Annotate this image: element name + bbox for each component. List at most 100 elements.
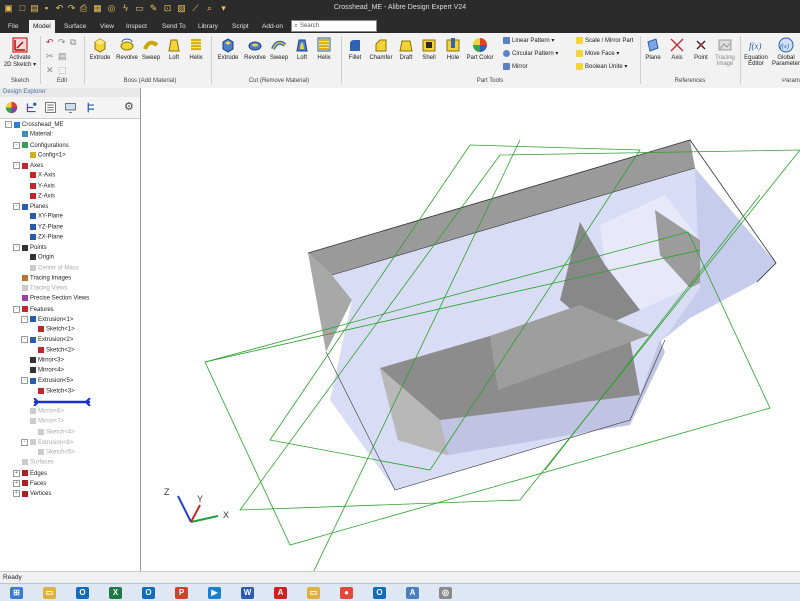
axis-button[interactable]: Axis — [667, 37, 687, 61]
tree-item[interactable]: Sketch<5> — [29, 449, 75, 456]
cut-sweep-button[interactable]: Sweep — [268, 37, 290, 61]
tree-item[interactable]: - Crosshead_ME — [5, 121, 63, 128]
tree-item[interactable]: - Configurations — [13, 141, 69, 149]
tree-expander-icon[interactable]: + — [13, 490, 20, 497]
tree-branch-icon[interactable] — [25, 101, 38, 114]
tree-item[interactable]: Mirror<6> — [21, 408, 64, 415]
tracing-image-button[interactable]: Tracing Image — [713, 37, 737, 67]
tree-item[interactable]: - Extrusion<5> — [21, 377, 73, 384]
tree-item[interactable]: + Vertices — [13, 490, 51, 497]
tree-item[interactable]: - Points — [13, 244, 47, 251]
tab-send-to[interactable]: Send To — [158, 20, 190, 33]
copy-icon[interactable]: ⧉ — [70, 37, 76, 48]
move-face-button[interactable]: Move Face ▾ — [576, 50, 619, 57]
cut-helix-button[interactable]: Helix — [314, 37, 334, 61]
tree-expander-icon[interactable]: - — [13, 244, 20, 251]
tree-item[interactable]: Precise Section Views — [13, 295, 89, 302]
explorer-app[interactable]: ▭ — [39, 586, 61, 600]
tree-expander-icon[interactable]: - — [13, 162, 20, 169]
tree-item[interactable]: ZX-Plane — [21, 233, 63, 240]
settings-gear-icon[interactable]: ⚙ — [124, 100, 134, 113]
chamfer-button[interactable]: Chamfer — [368, 37, 394, 61]
fillet-button[interactable]: Fillet — [345, 37, 365, 61]
boss-revolve-button[interactable]: Revolve — [114, 37, 140, 61]
tree-item[interactable]: Sketch<1> — [29, 326, 75, 333]
explorer2-app[interactable]: ▭ — [303, 586, 325, 600]
tree-item[interactable]: Mirror<4> — [21, 367, 64, 374]
tree-item[interactable]: - Extrusion<8> — [21, 438, 73, 446]
tree-item[interactable]: - Extrusion<2> — [21, 336, 73, 343]
hole-button[interactable]: Hole — [443, 37, 463, 61]
tree-item[interactable]: YZ-Plane — [21, 223, 63, 230]
search-input[interactable]: ⌕ Search — [291, 20, 377, 32]
tab-library[interactable]: Library — [194, 20, 222, 33]
tree-item[interactable]: Sketch<3> — [29, 387, 75, 394]
color-wheel-icon[interactable] — [5, 101, 18, 114]
point-button[interactable]: Point — [691, 37, 711, 61]
media-app[interactable]: ▶ — [204, 586, 226, 600]
tree-item[interactable]: Mirror<7> — [21, 418, 64, 425]
cut-loft-button[interactable]: Loft — [292, 37, 312, 61]
boss-sweep-button[interactable]: Sweep — [140, 37, 162, 61]
tree-item[interactable]: Tracing Images — [13, 274, 71, 281]
activate-2d-sketch-button[interactable]: Activate 2D Sketch ▾ — [2, 37, 38, 68]
part-color-button[interactable]: Part Color — [465, 37, 495, 61]
tree-expander-icon[interactable]: + — [13, 479, 20, 487]
start-button[interactable]: ⊞ — [6, 586, 28, 600]
delete-icon[interactable]: ✕ — [46, 65, 54, 76]
boss-extrude-button[interactable]: Extrude — [88, 37, 112, 61]
boss-loft-button[interactable]: Loft — [164, 37, 184, 61]
mirror-button[interactable]: Mirror — [503, 63, 528, 70]
list-icon[interactable] — [44, 101, 57, 114]
acrobat-app[interactable]: A — [270, 586, 292, 600]
tree-item[interactable]: + Faces — [13, 479, 46, 487]
redo-icon[interactable]: ↷ — [58, 37, 66, 48]
cut-icon[interactable]: ✂ — [46, 51, 54, 62]
tab-file[interactable]: File — [4, 20, 22, 33]
tree-expander-icon[interactable]: - — [21, 438, 28, 446]
tree-expander-icon[interactable]: - — [13, 305, 20, 313]
tab-surface[interactable]: Surface — [60, 20, 90, 33]
tab-script[interactable]: Script — [228, 20, 253, 33]
select-icon[interactable]: ⬚ — [58, 65, 67, 76]
tree-item[interactable]: Mirror<3> — [21, 356, 64, 363]
other-app[interactable]: ◎ — [435, 586, 457, 600]
excel-app[interactable]: X — [105, 586, 127, 600]
linear-pattern-button[interactable]: Linear Pattern ▾ — [503, 37, 554, 44]
tree-item[interactable]: Sketch<4> — [29, 428, 75, 435]
tree-item[interactable]: - Extrusion<1> — [21, 315, 73, 323]
paste-icon[interactable]: ▤ — [58, 51, 67, 62]
scale-mirror-part-button[interactable]: Scale / Mirror Part — [576, 37, 633, 44]
tree-item[interactable]: Center of Mass — [21, 264, 79, 271]
tree-item[interactable]: X-Axis — [21, 172, 55, 179]
plane-button[interactable]: Plane — [643, 37, 663, 61]
monitor-icon[interactable] — [64, 101, 77, 114]
chrome-app[interactable]: ● — [336, 586, 358, 600]
tree-expander-icon[interactable]: - — [21, 336, 28, 344]
tab-inspect[interactable]: Inspect — [122, 20, 151, 33]
outlook2-app[interactable]: O — [138, 586, 160, 600]
tree-expander-icon[interactable]: - — [21, 315, 28, 323]
shell-button[interactable]: Shell — [419, 37, 439, 61]
tree-item[interactable]: Origin — [21, 254, 54, 261]
tree-expander-icon[interactable]: - — [21, 377, 28, 385]
tab-view[interactable]: View — [96, 20, 118, 33]
3d-viewport[interactable]: Z Y X — [141, 88, 800, 571]
tree-expander-icon[interactable]: + — [13, 469, 20, 477]
tree-item[interactable]: - Planes — [13, 203, 48, 210]
tree-item[interactable]: Z-Axis — [21, 192, 55, 199]
cut-extrude-button[interactable]: Extrude — [216, 37, 240, 61]
rollback-bar[interactable] — [32, 397, 92, 408]
boolean-unite-button[interactable]: Boolean Unite ▾ — [576, 63, 627, 70]
circular-pattern-button[interactable]: Circular Pattern ▾ — [503, 50, 558, 57]
tree-item[interactable]: Sketch<2> — [29, 346, 75, 353]
cut-revolve-button[interactable]: Revolve — [242, 37, 268, 61]
tree-expander-icon[interactable]: - — [13, 203, 20, 210]
tree-item[interactable]: Material: — [13, 131, 53, 138]
outlook-app[interactable]: O — [72, 586, 94, 600]
tree-item[interactable]: - Axes — [13, 162, 43, 169]
tab-model[interactable]: Model — [29, 20, 55, 33]
tree-expander-icon[interactable]: - — [13, 141, 20, 149]
tab-add-on[interactable]: Add-on — [258, 20, 287, 33]
boss-helix-button[interactable]: Helix — [186, 37, 206, 61]
